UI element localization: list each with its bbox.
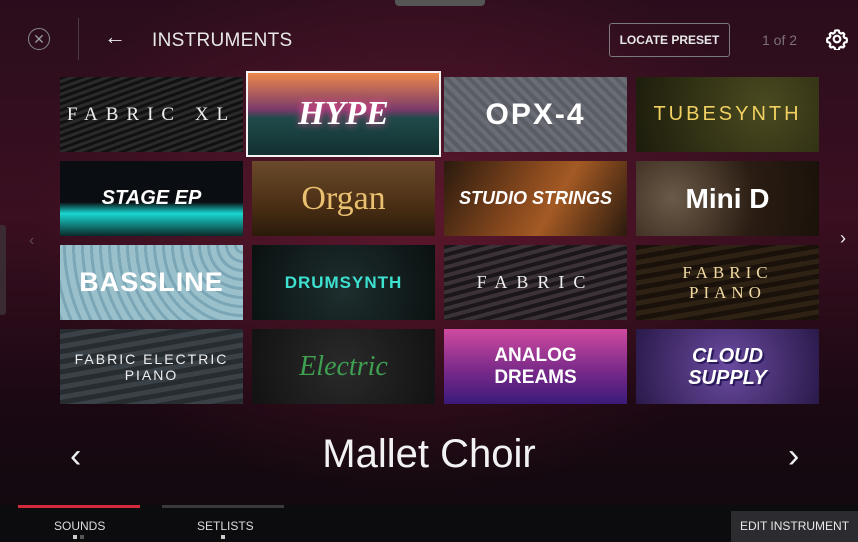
gear-icon[interactable] [826, 28, 848, 50]
instrument-label: FABRIC [476, 272, 595, 292]
tab-setlists-indicator [162, 505, 284, 508]
instrument-tile-electric[interactable]: Electric [252, 329, 435, 404]
instrument-label: Mini D [685, 182, 770, 214]
instrument-tile-cloud-supply[interactable]: CLOUD SUPPLY [636, 329, 819, 404]
instrument-label: HYPE [298, 95, 389, 132]
instrument-tile-hype[interactable]: HYPE [246, 71, 441, 157]
instrument-tile-drumsynth[interactable]: DRUMSYNTH [252, 245, 435, 320]
instrument-tile-fabric-electric-piano[interactable]: FABRIC ELECTRIC PIANO [60, 329, 243, 404]
instrument-label: FABRIC XL [66, 103, 237, 125]
header-divider [78, 18, 79, 60]
grid-next-page-icon[interactable]: › [840, 228, 846, 249]
instrument-label: Electric [299, 350, 388, 382]
instrument-label: STUDIO STRINGS [458, 188, 612, 208]
instrument-tile-organ[interactable]: Organ [252, 161, 435, 236]
grid-prev-page-icon[interactable]: ‹ [29, 232, 34, 250]
close-icon[interactable]: ✕ [28, 28, 50, 50]
instrument-label: TUBESYNTH [653, 103, 802, 125]
page-dot [73, 535, 77, 539]
instrument-label: Organ [301, 179, 386, 217]
tab-setlists[interactable]: SETLISTS [197, 519, 254, 533]
instrument-tile-fabric-xl[interactable]: FABRIC XL [60, 77, 243, 152]
instrument-label: FABRIC ELECTRIC PIANO [74, 350, 229, 383]
back-arrow-icon[interactable]: ← [104, 26, 128, 50]
instrument-tile-fabric[interactable]: FABRIC [444, 245, 627, 320]
instrument-tile-analog-dreams[interactable]: ANALOG DREAMS [444, 329, 627, 404]
instrument-tile-stage-ep[interactable]: STAGE EP [60, 161, 243, 236]
bottom-bar [0, 505, 858, 542]
tab-sounds-indicator [18, 505, 140, 508]
locate-preset-button[interactable]: LOCATE PRESET [609, 23, 730, 57]
instrument-tile-tubesynth[interactable]: TUBESYNTH [636, 77, 819, 152]
header: ✕ ← INSTRUMENTS LOCATE PRESET 1 of 2 [0, 0, 858, 70]
instrument-label: OPX-4 [485, 97, 586, 131]
instrument-tile-opx4[interactable]: OPX-4 [444, 77, 627, 152]
page-dot [221, 535, 225, 539]
instrument-label: BASSLINE [79, 267, 224, 297]
page-title: INSTRUMENTS [152, 30, 293, 51]
instrument-label: ANALOG DREAMS [494, 344, 577, 388]
instrument-tile-bassline[interactable]: BASSLINE [60, 245, 243, 320]
side-drawer-handle[interactable] [0, 225, 6, 315]
instrument-tile-fabric-piano[interactable]: FABRIC PIANO [636, 245, 819, 320]
instrument-label: FABRIC PIANO [682, 262, 773, 302]
preset-name: Mallet Choir [322, 432, 536, 476]
instrument-label: DRUMSYNTH [284, 272, 403, 292]
instrument-tile-studio-strings[interactable]: STUDIO STRINGS [444, 161, 627, 236]
page-indicator: 1 of 2 [762, 32, 798, 48]
edit-instrument-button[interactable]: EDIT INSTRUMENT [731, 511, 858, 542]
page-dot [80, 535, 84, 539]
tab-sounds[interactable]: SOUNDS [54, 519, 105, 533]
instrument-label: STAGE EP [101, 187, 202, 209]
instrument-label: CLOUD SUPPLY [688, 344, 767, 389]
instrument-tile-mini-d[interactable]: Mini D [636, 161, 819, 236]
next-preset-chevron-icon[interactable]: › [788, 437, 799, 476]
